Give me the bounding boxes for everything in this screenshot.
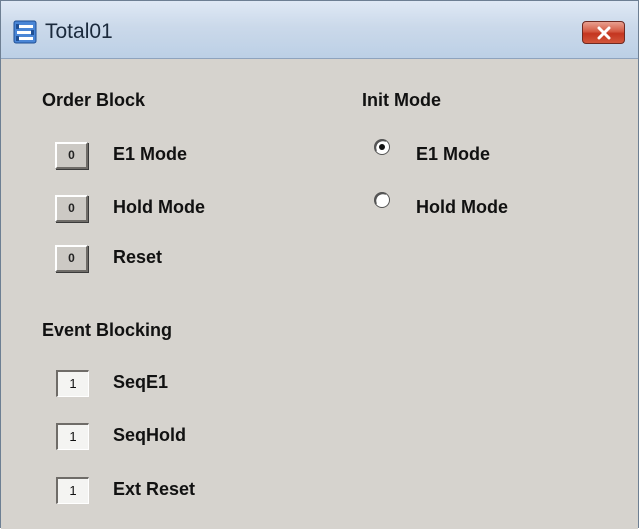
window: Total01 Order Block 0 E1 Mode 0 Hold Mod…: [0, 0, 639, 529]
ext-reset-value[interactable]: 1: [56, 477, 89, 504]
window-title: Total01: [45, 20, 113, 43]
e1-mode-button[interactable]: 0: [55, 142, 88, 169]
reset-button[interactable]: 0: [55, 245, 88, 272]
init-hold-mode-label: Hold Mode: [416, 197, 508, 217]
init-e1-mode-label: E1 Mode: [416, 144, 491, 164]
seqhold-label: SeqHold: [113, 425, 187, 445]
seqe1-label: SeqE1: [113, 372, 169, 392]
init-mode-title: Init Mode: [362, 90, 441, 110]
close-icon: [597, 26, 611, 40]
init-hold-mode-radio[interactable]: [373, 191, 391, 209]
ext-reset-label: Ext Reset: [113, 479, 196, 499]
title-bar[interactable]: Total01: [1, 1, 638, 59]
hold-mode-label: Hold Mode: [113, 197, 205, 217]
close-button[interactable]: [582, 21, 625, 44]
reset-label: Reset: [113, 247, 163, 267]
order-block-title: Order Block: [42, 90, 146, 110]
event-blocking-title: Event Blocking: [42, 320, 173, 340]
app-window-icon: [13, 20, 37, 44]
hold-mode-button[interactable]: 0: [55, 195, 88, 222]
seqe1-value[interactable]: 1: [56, 370, 89, 397]
init-e1-mode-radio[interactable]: [373, 138, 391, 156]
content-panel: Order Block 0 E1 Mode 0 Hold Mode 0 Rese…: [1, 59, 638, 529]
seqhold-value[interactable]: 1: [56, 423, 89, 450]
e1-mode-label: E1 Mode: [113, 144, 188, 164]
